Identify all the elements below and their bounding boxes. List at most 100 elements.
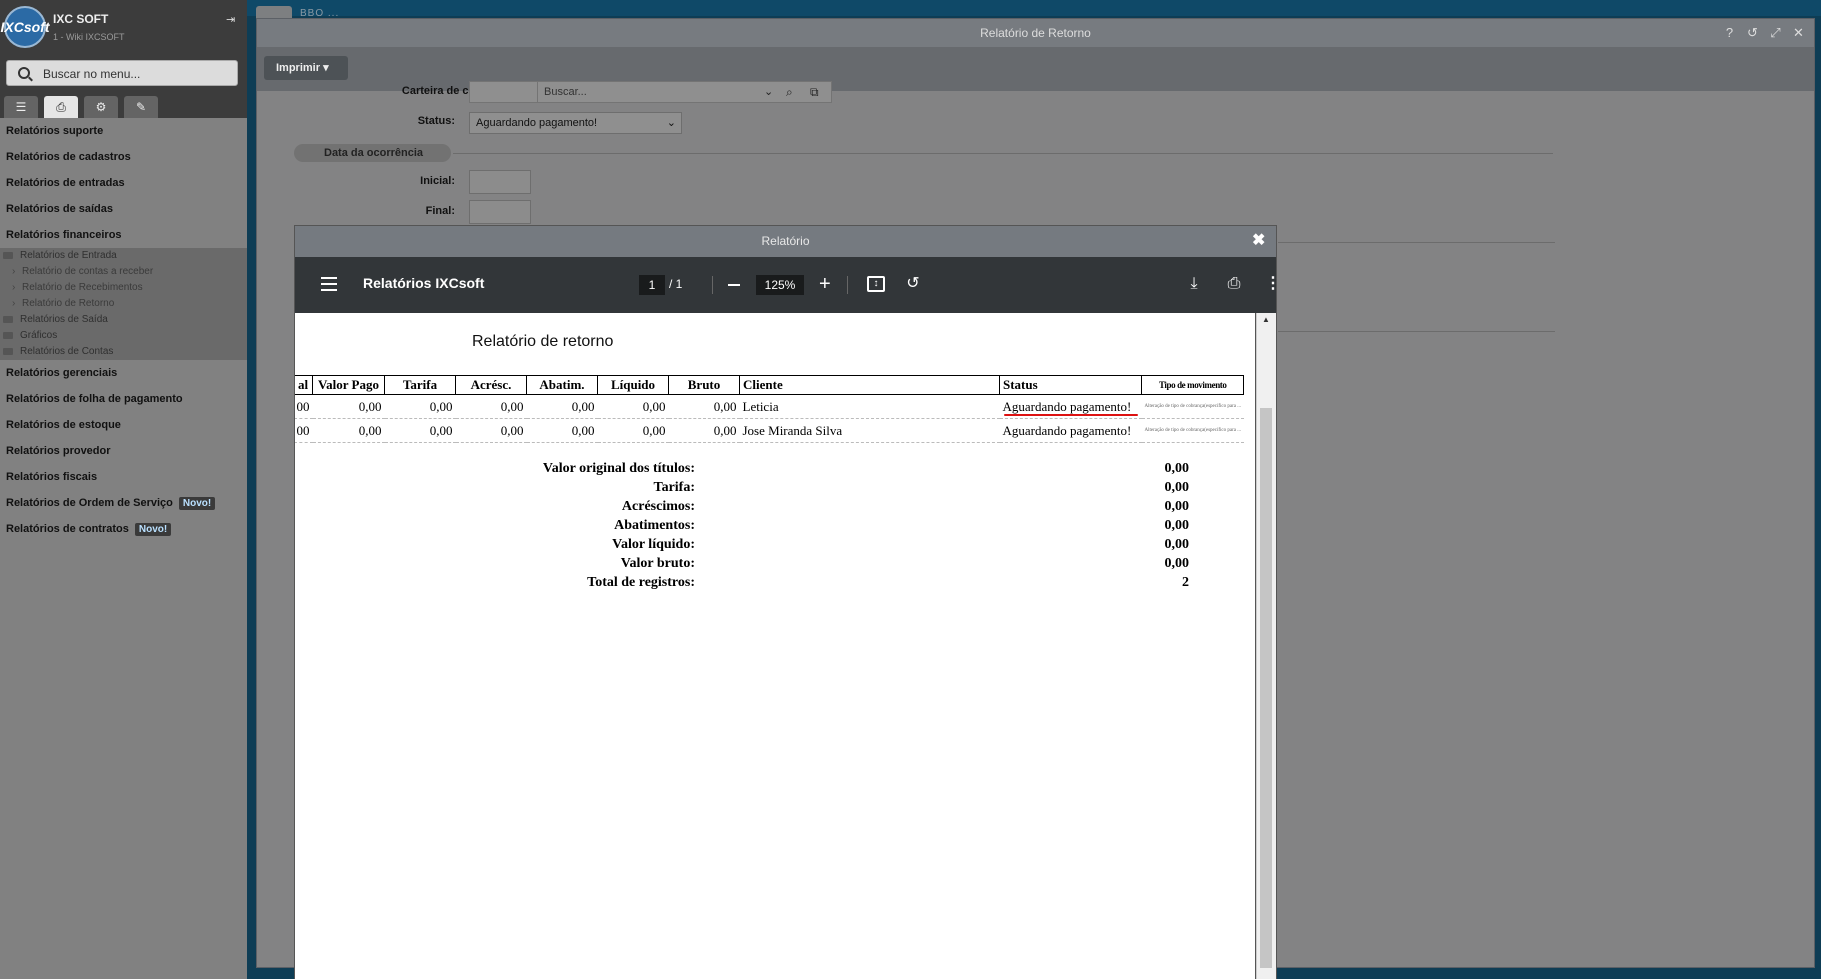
divider-line	[1278, 242, 1555, 243]
pdf-document-title: Relatórios IXCsoft	[363, 275, 485, 291]
leaf-recebimentos[interactable]: Relatório de Recebimentos	[0, 280, 247, 296]
status-select-value: Aguardando pagamento!	[476, 117, 598, 129]
sidebar-item-label: Relatórios de Ordem de Serviço	[6, 497, 173, 509]
table-row: 00 0,00 0,00 0,00 0,00 0,00 0,00 Leticia…	[295, 394, 1244, 419]
section-divider	[453, 153, 1553, 154]
zoom-out-icon[interactable]	[728, 284, 740, 286]
pdf-viewer[interactable]: Relatório de retorno al Valor Pago Tarif…	[295, 313, 1276, 979]
report-title: Relatório de retorno	[472, 333, 614, 350]
report-table: al Valor Pago Tarifa Acrésc. Abatim. Líq…	[295, 375, 1245, 443]
tab-print-icon[interactable]: ⎙	[44, 96, 78, 118]
carteira-search-field[interactable]: Buscar... ⌄ ⌕ ⧉	[469, 81, 832, 103]
chevron-down-icon[interactable]: ⌄	[764, 85, 773, 98]
logout-icon[interactable]: ⇥	[226, 13, 240, 26]
total-value: 0,00	[1164, 461, 1190, 476]
new-badge: Novo!	[134, 523, 172, 536]
total-value: 0,00	[1164, 537, 1190, 552]
tab-settings-icon[interactable]: ⚙	[84, 96, 118, 118]
pdf-scrollbar[interactable]: ▲	[1256, 313, 1276, 979]
sidebar-item-suporte[interactable]: Relatórios suporte	[0, 118, 247, 144]
page-number-input[interactable]: 1	[639, 275, 665, 295]
sidebar-item-fiscais[interactable]: Relatórios fiscais	[0, 464, 247, 490]
folder-saida[interactable]: Relatórios de Saída	[0, 312, 247, 328]
table-cell: 00	[295, 418, 313, 443]
status-cell: Aguardando pagamento!	[999, 418, 1142, 443]
table-header-row: al Valor Pago Tarifa Acrésc. Abatim. Líq…	[295, 375, 1245, 395]
total-label: Total de registros:	[587, 575, 695, 590]
print-icon[interactable]: ⎙	[1224, 274, 1244, 294]
carteira-placeholder: Buscar...	[544, 86, 587, 98]
sidebar-item-provedor[interactable]: Relatórios provedor	[0, 438, 247, 464]
total-label: Tarifa:	[653, 480, 695, 495]
fit-page-icon[interactable]: ↕	[867, 276, 885, 292]
total-label: Valor líquido:	[612, 537, 695, 552]
rotate-icon[interactable]: ↺	[903, 274, 923, 294]
total-value: 0,00	[1164, 556, 1190, 571]
zoom-in-icon[interactable]: +	[819, 273, 831, 295]
inicial-date-field[interactable]	[469, 170, 531, 194]
sidebar-item-entradas[interactable]: Relatórios de entradas	[0, 170, 247, 196]
modal-title: Relatório	[295, 226, 1276, 257]
table-cell: 0,00	[455, 418, 527, 443]
column-header: al	[295, 375, 313, 395]
table-cell: 0,00	[668, 394, 740, 419]
total-value: 0,00	[1164, 499, 1190, 514]
status-cell: Aguardando pagamento!	[999, 394, 1142, 419]
total-row: Valor líquido: 0,00	[295, 537, 1255, 556]
help-icon[interactable]: ?	[1722, 25, 1737, 40]
sidebar-item-gerenciais[interactable]: Relatórios gerenciais	[0, 360, 247, 386]
total-label: Valor original dos títulos:	[542, 461, 695, 476]
scrollbar-thumb[interactable]	[1260, 408, 1272, 968]
leaf-contas-a-receber[interactable]: Relatório de contas a receber	[0, 264, 247, 280]
open-external-icon[interactable]: ⧉	[810, 85, 819, 100]
print-button[interactable]: Imprimir ▾	[264, 56, 348, 80]
download-icon[interactable]: ⤓	[1184, 274, 1204, 294]
table-cell: 0,00	[384, 394, 456, 419]
sidebar-item-ordem-servico[interactable]: Relatórios de Ordem de Serviço Novo!	[0, 490, 247, 516]
leaf-retorno[interactable]: Relatório de Retorno	[0, 296, 247, 312]
final-date-field[interactable]	[469, 200, 531, 224]
tab-tools-icon[interactable]: ✎	[124, 96, 158, 118]
sidebar-item-contratos[interactable]: Relatórios de contratos Novo!	[0, 516, 247, 542]
zoom-level-input[interactable]: 125%	[756, 275, 804, 295]
sidebar-item-financeiros[interactable]: Relatórios financeiros	[0, 222, 247, 248]
expand-icon[interactable]: ⤢	[1768, 25, 1783, 40]
menu-search-input[interactable]: Buscar no menu...	[6, 60, 238, 86]
scroll-up-icon[interactable]: ▲	[1262, 315, 1270, 324]
table-row: 00 0,00 0,00 0,00 0,00 0,00 0,00 Jose Mi…	[295, 418, 1244, 443]
table-cell: Leticia	[739, 394, 1000, 419]
search-icon[interactable]: ⌕	[786, 85, 793, 100]
sidebar-item-saidas[interactable]: Relatórios de saídas	[0, 196, 247, 222]
close-icon[interactable]: ✖	[1252, 233, 1268, 249]
window-title: Relatório de Retorno	[980, 26, 1091, 40]
sidebar-item-folha[interactable]: Relatórios de folha de pagamento	[0, 386, 247, 412]
status-select[interactable]: Aguardando pagamento! ⌄	[469, 112, 682, 134]
tab-list-icon[interactable]: ☰	[4, 96, 38, 118]
carteira-id-field[interactable]	[470, 82, 538, 102]
sidebar-search-wrap: Buscar no menu...	[0, 58, 247, 92]
column-header: Tipo de movimento	[1140, 375, 1245, 395]
history-icon[interactable]: ↺	[1745, 25, 1760, 40]
folder-contas[interactable]: Relatórios de Contas	[0, 344, 247, 360]
sidebar-header: IXCsoft IXC SOFT 1 - Wiki IXCSOFT ⇥	[0, 0, 247, 58]
search-icon	[18, 67, 30, 79]
menu-icon[interactable]	[321, 277, 337, 291]
sidebar-item-label: Relatórios de contratos	[6, 523, 129, 535]
column-header: Valor Pago	[312, 375, 385, 395]
inicial-label: Inicial:	[420, 175, 455, 187]
close-icon[interactable]: ✕	[1791, 25, 1806, 40]
table-cell: Alteração de tipo de cobrança(específico…	[1141, 418, 1244, 443]
column-header: Líquido	[597, 375, 669, 395]
sidebar-item-cadastros[interactable]: Relatórios de cadastros	[0, 144, 247, 170]
folder-entrada[interactable]: Relatórios de Entrada	[0, 248, 247, 264]
column-header: Acrésc.	[455, 375, 527, 395]
column-header: Status	[999, 375, 1142, 395]
toolbar-divider	[847, 276, 848, 294]
sidebar-item-estoque[interactable]: Relatórios de estoque	[0, 412, 247, 438]
company-name: IXC SOFT	[53, 12, 109, 26]
table-cell: 0,00	[384, 418, 456, 443]
folder-graficos[interactable]: Gráficos	[0, 328, 247, 344]
more-options-icon[interactable]: ⋮	[1263, 274, 1283, 294]
table-cell: Alteração de tipo de cobrança(específico…	[1141, 394, 1244, 419]
total-label: Abatimentos:	[614, 518, 695, 533]
